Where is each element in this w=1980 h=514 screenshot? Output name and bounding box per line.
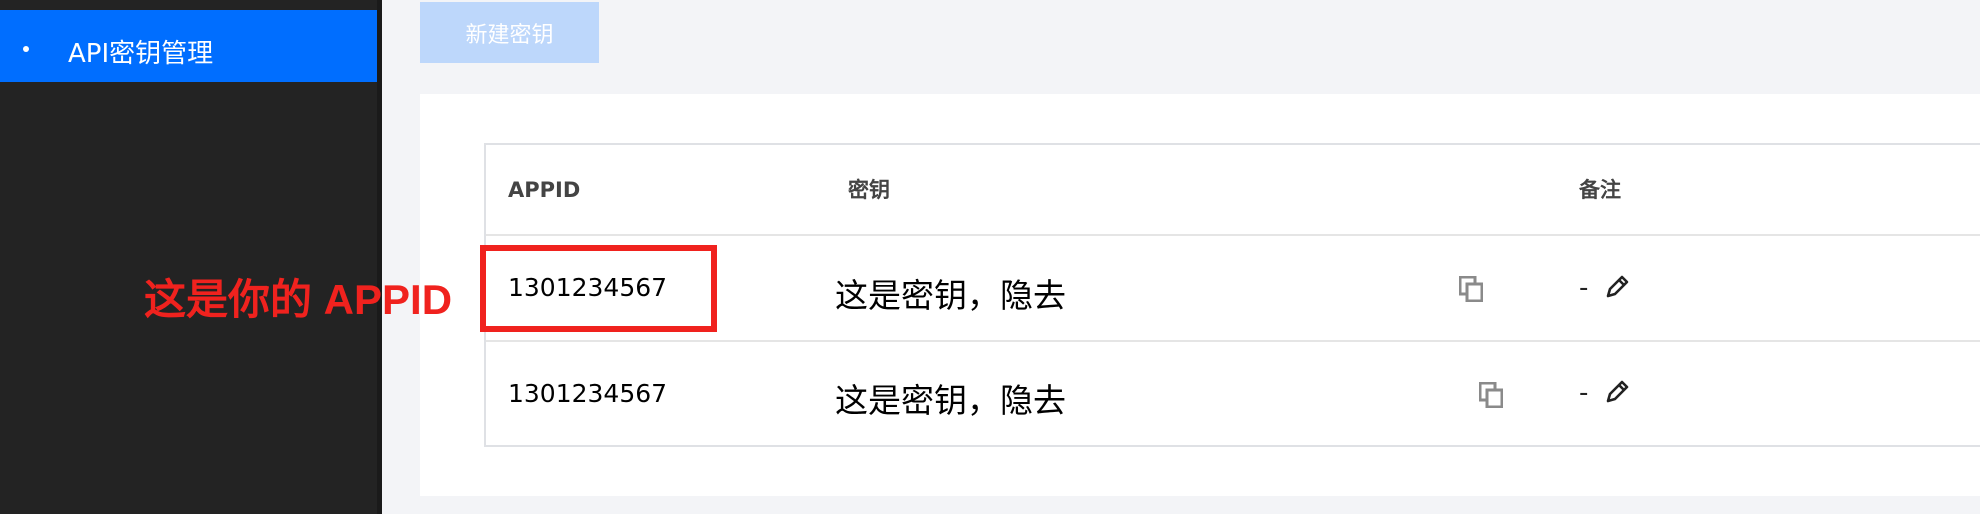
pencil-icon[interactable] <box>1603 273 1631 305</box>
new-key-button[interactable]: 新建密钥 <box>420 2 599 63</box>
remark-value: - <box>1579 378 1589 408</box>
pencil-icon[interactable] <box>1603 378 1631 410</box>
secret-key-value: 这是密钥，隐去 <box>835 276 1066 315</box>
appid-value: 1301234567 <box>508 379 668 408</box>
sidebar-item-label: API密钥管理 <box>68 39 214 69</box>
column-header-remark: 备注 <box>1579 178 1621 202</box>
column-header-appid: APPID <box>508 178 581 202</box>
bullet-icon <box>23 46 29 52</box>
annotation-label: 这是你的 APPID <box>144 276 453 323</box>
column-header-key: 密钥 <box>848 178 890 202</box>
sidebar-divider <box>377 0 382 514</box>
sidebar-item-api-key-management[interactable]: API密钥管理 <box>0 10 377 82</box>
header-divider <box>486 234 1980 236</box>
annotation-highlight-box <box>480 245 717 332</box>
remark-value: - <box>1579 273 1589 303</box>
copy-icon[interactable] <box>1458 275 1484 306</box>
sidebar: API密钥管理 <box>0 0 377 514</box>
copy-icon[interactable] <box>1478 381 1504 412</box>
row-divider <box>486 340 1980 342</box>
secret-key-value: 这是密钥，隐去 <box>835 381 1066 420</box>
